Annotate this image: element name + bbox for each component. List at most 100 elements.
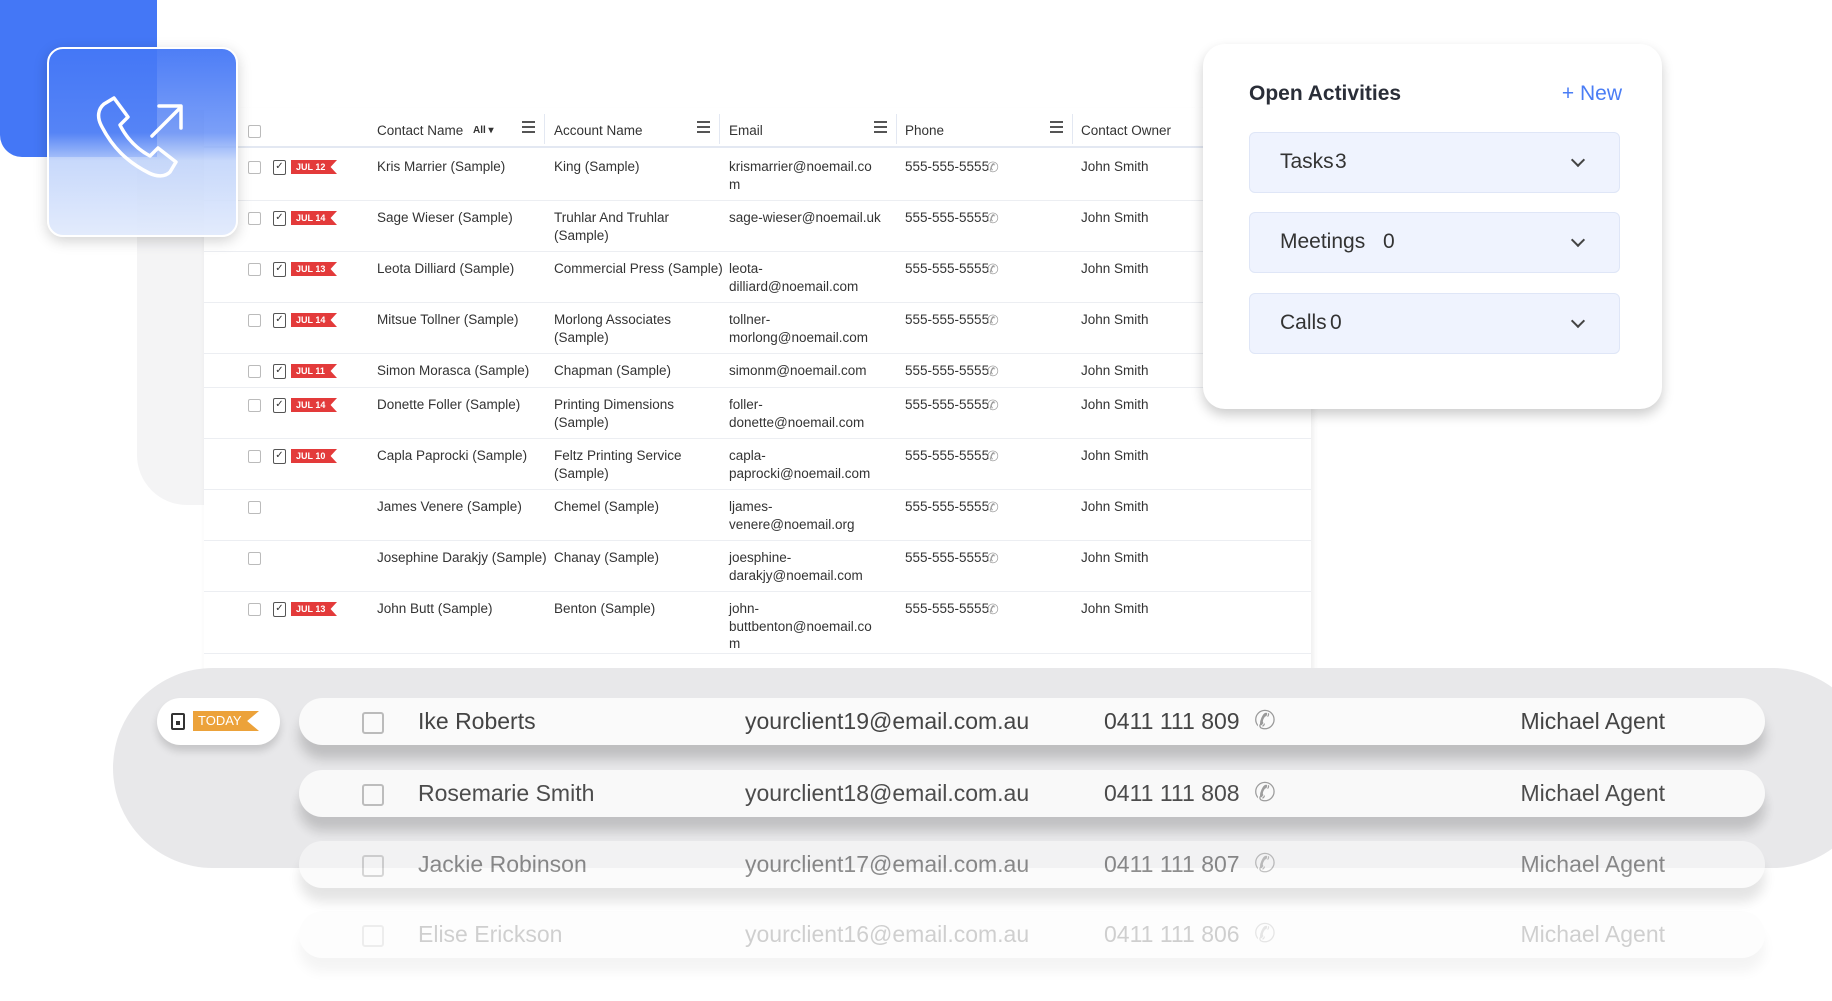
row-checkbox[interactable] [362, 925, 384, 947]
contact-name-link[interactable]: Josephine Darakjy (Sample) [377, 549, 547, 567]
phone-cell[interactable]: 555-555-5555 [905, 498, 989, 516]
task-clipboard-icon[interactable]: ✓ [273, 160, 286, 175]
row-checkbox[interactable] [248, 365, 261, 378]
task-clipboard-icon[interactable]: ✓ [273, 313, 286, 328]
contact-name[interactable]: Rosemarie Smith [418, 780, 594, 807]
phone-cell[interactable]: 555-555-5555 [905, 549, 989, 567]
table-row[interactable]: ✓ JUL 14 Donette Foller (Sample) Printing D… [204, 388, 1311, 439]
phone-cell[interactable]: 555-555-5555 [905, 209, 989, 227]
table-row[interactable]: ✓ JUL 14 Sage Wieser (Sample) Truhlar And T… [204, 201, 1311, 252]
phone-cell[interactable]: 555-555-5555 [905, 260, 989, 278]
phone-icon[interactable]: ✆ [987, 397, 999, 415]
contact-email[interactable]: yourclient18@email.com.au [745, 780, 1029, 807]
phone-icon[interactable]: ✆ [1254, 918, 1276, 949]
activity-tasks[interactable]: Tasks 3 [1249, 132, 1620, 193]
account-name-cell[interactable]: Benton (Sample) [554, 600, 655, 618]
contact-name[interactable]: Jackie Robinson [418, 851, 587, 878]
contact-name-link[interactable]: Kris Marrier (Sample) [377, 158, 505, 176]
email-cell[interactable]: simonm@noemail.com [729, 362, 867, 380]
contact-name-link[interactable]: Simon Morasca (Sample) [377, 362, 529, 380]
email-cell[interactable]: krismarrier@noemail.co m [729, 158, 872, 193]
activity-calls[interactable]: Calls 0 [1249, 293, 1620, 354]
header-phone[interactable]: Phone [905, 123, 944, 138]
table-row[interactable]: Josephine Darakjy (Sample) Chanay (Sample… [204, 541, 1311, 592]
contact-name-link[interactable]: Sage Wieser (Sample) [377, 209, 513, 227]
header-contact-name[interactable]: Contact Name [377, 123, 463, 138]
contact-email[interactable]: yourclient16@email.com.au [745, 921, 1029, 948]
contact-name-link[interactable]: Leota Dilliard (Sample) [377, 260, 514, 278]
activity-meetings[interactable]: Meetings 0 [1249, 212, 1620, 273]
table-row[interactable]: ✓ JUL 11 Simon Morasca (Sample) Chapman (Sa… [204, 354, 1311, 388]
account-name-cell[interactable]: King (Sample) [554, 158, 640, 176]
column-menu-icon[interactable] [1050, 121, 1063, 133]
header-email[interactable]: Email [729, 123, 763, 138]
today-contact-row[interactable]: Jackie Robinson yourclient17@email.com.a… [299, 841, 1765, 888]
column-menu-icon[interactable] [522, 121, 535, 133]
row-checkbox[interactable] [362, 855, 384, 877]
account-name-cell[interactable]: Feltz Printing Service (Sample) [554, 447, 682, 482]
account-name-cell[interactable]: Printing Dimensions (Sample) [554, 396, 674, 431]
contact-phone[interactable]: 0411 111 807 [1104, 851, 1240, 878]
phone-cell[interactable]: 555-555-5555 [905, 396, 989, 414]
row-checkbox[interactable] [362, 712, 384, 734]
phone-icon[interactable]: ✆ [987, 601, 999, 619]
account-name-cell[interactable]: Truhlar And Truhlar (Sample) [554, 209, 669, 244]
email-cell[interactable]: foller-donette@noemail.com [729, 396, 864, 431]
phone-cell[interactable]: 555-555-5555 [905, 600, 989, 618]
phone-icon[interactable]: ✆ [987, 210, 999, 228]
contact-email[interactable]: yourclient19@email.com.au [745, 708, 1029, 735]
task-clipboard-icon[interactable]: ✓ [273, 602, 286, 617]
row-checkbox[interactable] [248, 399, 261, 412]
row-checkbox[interactable] [248, 552, 261, 565]
contact-phone[interactable]: 0411 111 808 [1104, 780, 1240, 807]
phone-icon[interactable]: ✆ [987, 312, 999, 330]
contact-name-link[interactable]: Capla Paprocki (Sample) [377, 447, 527, 465]
table-row[interactable]: ✓ JUL 10 Capla Paprocki (Sample) Feltz Prin… [204, 439, 1311, 490]
phone-icon[interactable]: ✆ [987, 499, 999, 517]
account-name-cell[interactable]: Morlong Associates (Sample) [554, 311, 671, 346]
contact-phone[interactable]: 0411 111 809 [1104, 708, 1240, 735]
row-checkbox[interactable] [248, 263, 261, 276]
today-contact-row[interactable]: Rosemarie Smith yourclient18@email.com.a… [299, 770, 1765, 817]
account-name-cell[interactable]: Chapman (Sample) [554, 362, 671, 380]
table-row[interactable]: ✓ JUL 13 John Butt (Sample) Benton (Sample)… [204, 592, 1311, 654]
phone-icon[interactable]: ✆ [987, 448, 999, 466]
task-clipboard-icon[interactable]: ✓ [273, 364, 286, 379]
table-row[interactable]: ✓ JUL 14 Mitsue Tollner (Sample) Morlong As… [204, 303, 1311, 354]
header-contact-owner[interactable]: Contact Owner [1081, 123, 1171, 138]
contact-name-link[interactable]: Donette Foller (Sample) [377, 396, 520, 414]
email-cell[interactable]: tollner-morlong@noemail.com [729, 311, 868, 346]
contact-phone[interactable]: 0411 111 806 [1104, 921, 1240, 948]
account-name-cell[interactable]: Commercial Press (Sample) [554, 260, 723, 278]
contact-filter-dropdown[interactable]: All ▾ [473, 125, 494, 136]
contact-name-link[interactable]: Mitsue Tollner (Sample) [377, 311, 519, 329]
table-row[interactable]: James Venere (Sample) Chemel (Sample) ljam… [204, 490, 1311, 541]
table-row[interactable]: ✓ JUL 12 Kris Marrier (Sample) King (Sample… [204, 150, 1311, 201]
contact-name[interactable]: Elise Erickson [418, 921, 562, 948]
phone-cell[interactable]: 555-555-5555 [905, 362, 989, 380]
today-contact-row[interactable]: Elise Erickson yourclient16@email.com.au… [299, 911, 1765, 958]
account-name-cell[interactable]: Chemel (Sample) [554, 498, 659, 516]
account-name-cell[interactable]: Chanay (Sample) [554, 549, 659, 567]
contact-name-link[interactable]: James Venere (Sample) [377, 498, 522, 516]
phone-icon[interactable]: ✆ [987, 159, 999, 177]
phone-cell[interactable]: 555-555-5555 [905, 447, 989, 465]
phone-icon[interactable]: ✆ [987, 550, 999, 568]
phone-cell[interactable]: 555-555-5555 [905, 311, 989, 329]
email-cell[interactable]: sage-wieser@noemail.uk [729, 209, 881, 227]
row-checkbox[interactable] [248, 212, 261, 225]
task-clipboard-icon[interactable]: ✓ [273, 262, 286, 277]
select-all-checkbox[interactable] [248, 125, 261, 138]
task-clipboard-icon[interactable]: ✓ [273, 398, 286, 413]
column-menu-icon[interactable] [697, 121, 710, 133]
phone-cell[interactable]: 555-555-5555 [905, 158, 989, 176]
row-checkbox[interactable] [248, 450, 261, 463]
row-checkbox[interactable] [248, 314, 261, 327]
contact-name-link[interactable]: John Butt (Sample) [377, 600, 493, 618]
new-activity-button[interactable]: + New [1562, 82, 1622, 106]
row-checkbox[interactable] [248, 501, 261, 514]
phone-icon[interactable]: ✆ [987, 363, 999, 381]
contact-email[interactable]: yourclient17@email.com.au [745, 851, 1029, 878]
column-menu-icon[interactable] [874, 121, 887, 133]
email-cell[interactable]: capla-paprocki@noemail.com [729, 447, 870, 482]
